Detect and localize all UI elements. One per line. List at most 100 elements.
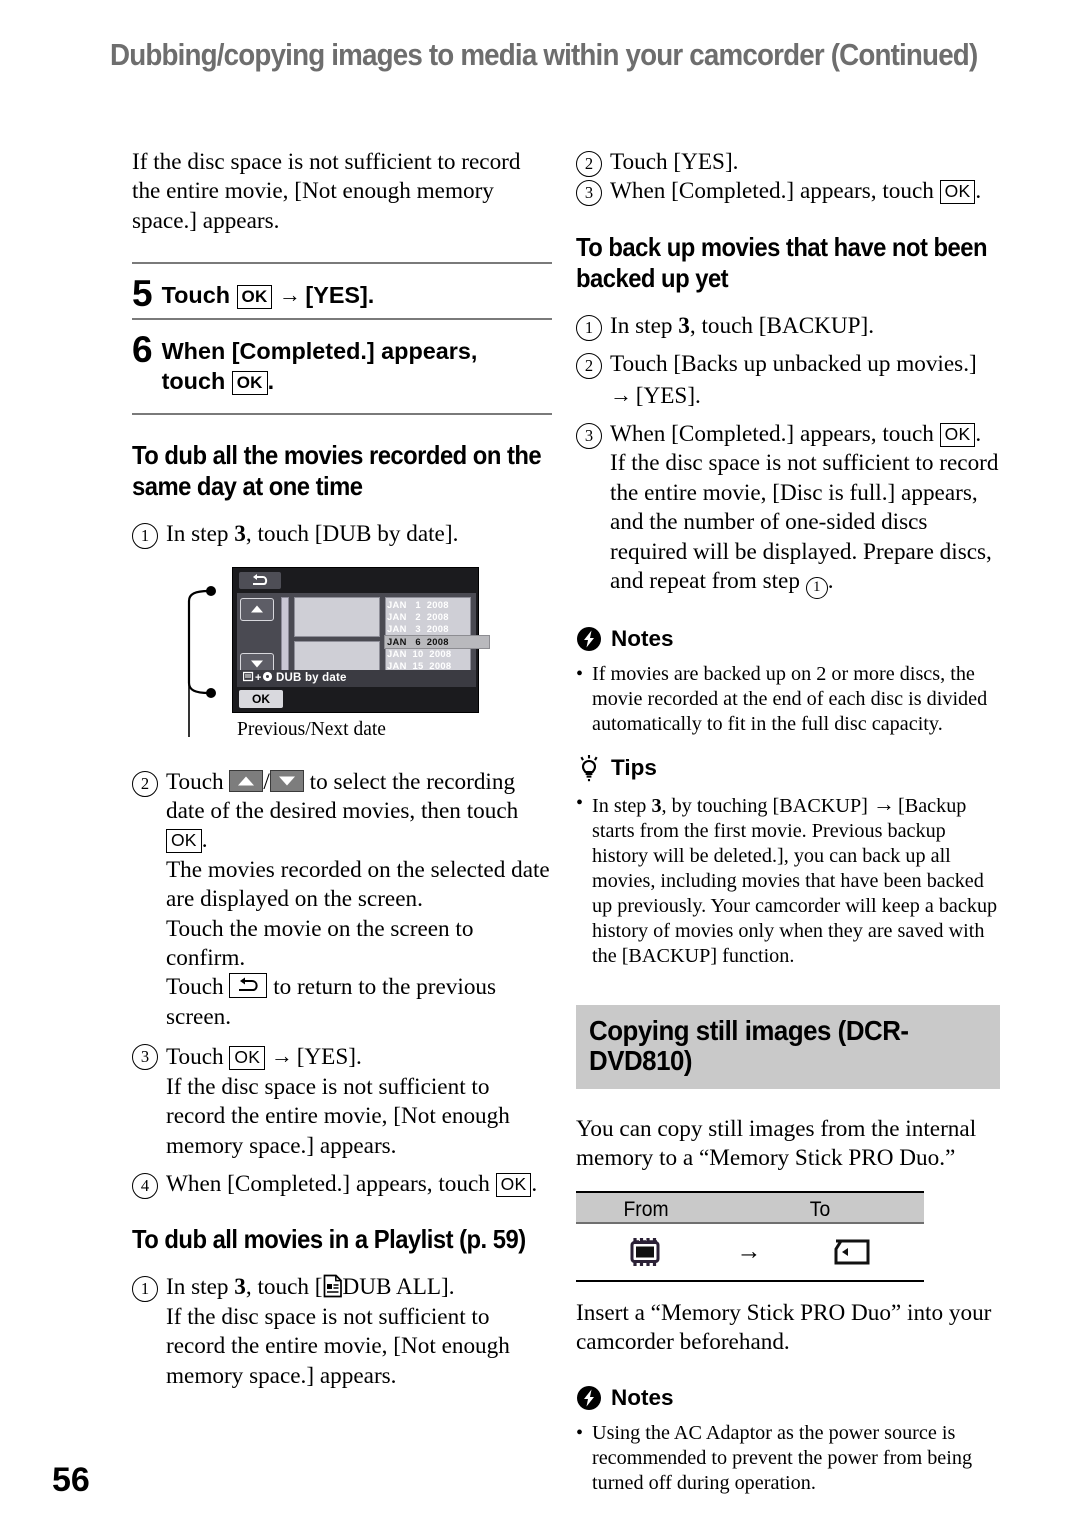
list-item-body: Touch OK → [YES]. If the disc space is n… <box>166 1041 552 1161</box>
down-arrow-icon <box>269 769 304 792</box>
lcd-mode-label: + DUB by date <box>237 669 476 687</box>
notes-title: Notes <box>611 1384 674 1410</box>
lcd-ok-button[interactable]: OK <box>239 689 283 708</box>
tips-heading: Tips <box>576 754 1000 782</box>
text-b: . <box>975 178 982 205</box>
ok-key-icon: OK <box>939 180 976 205</box>
text-a: When [Completed.] appears, touch <box>166 1170 490 1197</box>
lcd-up-button[interactable] <box>240 597 274 621</box>
text-b: . <box>531 1170 538 1197</box>
bullet-dot: • <box>576 792 584 815</box>
text-before: In step <box>166 521 229 548</box>
text-b: [YES]. <box>635 382 701 409</box>
lcd-ok-bar: OK <box>237 689 476 708</box>
arrow-cell: → <box>716 1239 780 1264</box>
return-icon <box>253 573 268 585</box>
list-item: 3 When [Completed.] appears, touch OK. <box>576 177 1000 207</box>
list-item: 1 In step 3, touch [BACKUP]. <box>576 312 1000 341</box>
circled-number: 4 <box>132 1172 158 1199</box>
bullet-text: If movies are backed up on 2 or more dis… <box>592 663 988 736</box>
right-arrow-icon: → <box>872 791 895 817</box>
date-row[interactable]: JAN 3 2008 <box>387 623 479 635</box>
bullet-item: • If movies are backed up on 2 or more d… <box>576 662 1000 737</box>
copying-intro: You can copy still images from the inter… <box>576 1116 977 1172</box>
text-b: , touch [ <box>245 1274 323 1301</box>
right-arrow-icon: → <box>610 381 632 407</box>
disc-media-icon <box>242 671 254 681</box>
step-5-text-after: [YES]. <box>305 282 375 309</box>
list-item: 3 Touch OK → [YES]. If the disc space is… <box>132 1041 552 1161</box>
text-b: , by touching [BACKUP] <box>661 795 868 818</box>
bullet-dot: • <box>576 663 584 686</box>
circled-number-inline: 1 <box>805 577 828 600</box>
tips-title: Tips <box>611 755 657 781</box>
list-item-body: When [Completed.] appears, touch OK. <box>166 1170 552 1199</box>
notes-bolt-icon <box>577 627 601 652</box>
lcd-caption: Previous/Next date <box>237 718 386 740</box>
circled-number: 2 <box>576 151 602 177</box>
date-row[interactable]: JAN 10 2008 <box>387 648 479 660</box>
circled-number: 2 <box>132 770 158 797</box>
step-5-body: Touch OK → [YES]. <box>162 276 552 310</box>
date-row[interactable]: JAN 2 2008 <box>387 611 479 623</box>
page-title: Dubbing/copying images to media within y… <box>110 38 978 72</box>
circled-number: 3 <box>132 1044 158 1071</box>
step-5-number: 5 <box>132 273 153 315</box>
lcd-top-bar <box>233 567 478 592</box>
column-header-from: From <box>623 1197 669 1221</box>
step-reference: 3 <box>234 521 246 548</box>
step-6-number: 6 <box>132 329 153 371</box>
right-arrow-icon: → <box>278 282 301 308</box>
right-arrow-icon: → <box>736 1238 762 1266</box>
circled-number: 2 <box>576 353 602 380</box>
disc-icon <box>262 671 272 681</box>
thumbnail[interactable] <box>294 596 380 637</box>
tips-bulb-icon <box>580 755 598 782</box>
paragraph-b: . <box>827 568 834 595</box>
list-item-body: Touch [YES]. <box>610 149 739 175</box>
step-6-body: When [Completed.] appears, touch OK. <box>162 332 552 396</box>
up-arrow-icon <box>229 769 264 792</box>
list-item: 2 Touch [YES]. <box>576 148 1000 177</box>
ok-key-icon: OK <box>236 285 273 310</box>
text-a: Touch <box>166 1044 224 1071</box>
step-5: 5 Touch OK → [YES]. <box>132 264 552 318</box>
list-item-body: When [Completed.] appears, touch OK. <box>610 177 1000 206</box>
notes-bolt-icon <box>577 1385 601 1410</box>
lcd-return-button[interactable] <box>239 571 281 589</box>
step-5-text-before: Touch <box>161 282 231 309</box>
paragraph-1: The movies recorded on the selected date… <box>166 856 550 913</box>
step-6-text-after: . <box>267 368 275 395</box>
column-header-to: To <box>809 1197 831 1221</box>
playlist-doc-icon <box>323 1274 342 1298</box>
bullet-item: • In step 3, by touching [BACKUP] → [Bac… <box>576 791 1000 969</box>
list-item: 2 Touch / to select the recording date o… <box>132 768 552 1033</box>
circled-number: 3 <box>576 423 602 450</box>
lcd-scrollbar[interactable] <box>281 596 289 681</box>
date-row[interactable]: JAN 1 2008 <box>387 599 479 611</box>
step-6: 6 When [Completed.] appears, touch OK. <box>132 320 552 404</box>
notes-title: Notes <box>611 626 674 652</box>
list-item: 3 When [Completed.] appears, touch OK. I… <box>576 420 1000 600</box>
playlist-icon <box>323 1274 343 1298</box>
list-item-body: Touch [Backs up unbacked up movies.] → [… <box>610 350 1000 411</box>
text-c: . <box>201 827 208 854</box>
list-item: 1 In step 3, touch [ DUB ALL]. If the di… <box>132 1273 552 1391</box>
paragraph: If the disc space is not sufficient to r… <box>166 1303 510 1389</box>
right-column: 2 Touch [YES]. 3 When [Completed.] appea… <box>576 148 1000 1496</box>
text-a: In step <box>592 795 647 818</box>
list-item-body: In step 3, touch [BACKUP]. <box>610 312 1000 341</box>
list-item: 2 Touch [Backs up unbacked up movies.] →… <box>576 350 1000 411</box>
list-item-body: In step 3, touch [ DUB ALL]. If the disc… <box>166 1273 552 1391</box>
notes-heading: Notes <box>576 625 1000 653</box>
ok-key-icon: OK <box>229 1046 266 1071</box>
date-row[interactable]: JAN 6 2008 <box>385 635 489 648</box>
left-column: If the disc space is not sufficient to r… <box>132 148 552 1391</box>
bullet-text: In step 3, by touching [BACKUP] → [Backu… <box>592 791 1000 969</box>
step-6-text-before: When [Completed.] appears, <box>161 338 478 365</box>
text-a: When [Completed.] appears, touch <box>610 421 934 448</box>
notes-heading: Notes <box>576 1384 1000 1412</box>
text-b: , touch [BACKUP]. <box>689 312 875 339</box>
circled-number: 1 <box>576 314 602 341</box>
list-item-body: When [Completed.] appears, touch OK. If … <box>610 420 1000 600</box>
